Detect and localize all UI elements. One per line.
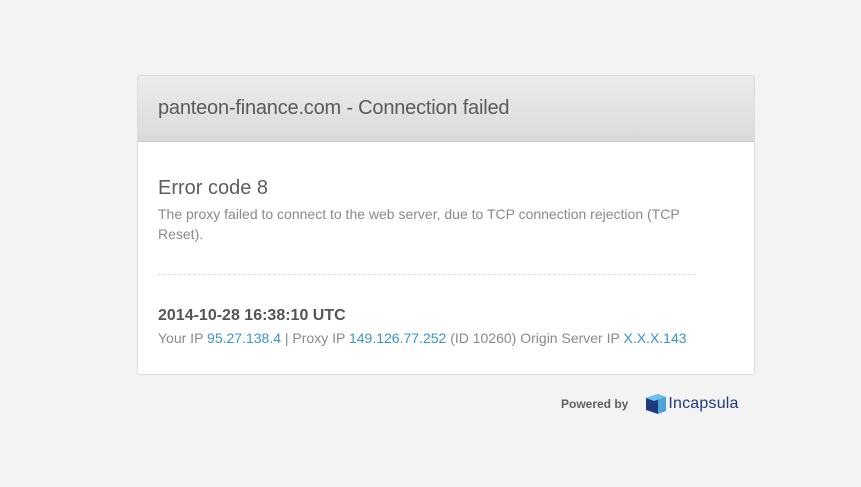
- powered-by: Powered by Incapsula: [561, 394, 739, 414]
- error-description: The proxy failed to connect to the web s…: [158, 206, 680, 242]
- incapsula-logo-link[interactable]: Incapsula: [646, 394, 738, 414]
- your-ip-value: 95.27.138.4: [207, 330, 282, 346]
- incapsula-logo-text: Incapsula: [668, 395, 739, 412]
- error-card: panteon-finance.com - Connection failed …: [137, 75, 755, 375]
- origin-ip-value: X.X.X.143: [623, 330, 687, 346]
- card-body: Error code 8 The proxy failed to connect…: [138, 142, 754, 346]
- origin-ip-label: Origin Server IP: [520, 330, 620, 346]
- proxy-ip-label: | Proxy IP: [284, 330, 346, 346]
- powered-by-label: Powered by: [561, 397, 629, 411]
- error-code: Error code 8: [158, 177, 269, 199]
- card-header: panteon-finance.com - Connection failed: [138, 76, 754, 142]
- page-title: panteon-finance.com - Connection failed: [158, 97, 510, 119]
- timestamp: 2014-10-28 16:38:10 UTC: [158, 307, 346, 324]
- your-ip-label: Your IP: [158, 330, 204, 346]
- incapsula-logo-icon: [646, 394, 667, 414]
- proxy-ip-value: 149.126.77.252: [348, 330, 447, 346]
- proxy-id: (ID 10260): [450, 330, 517, 346]
- ip-info-line: Your IP 95.27.138.4 | Proxy IP 149.126.7…: [158, 330, 734, 346]
- divider: [158, 274, 696, 275]
